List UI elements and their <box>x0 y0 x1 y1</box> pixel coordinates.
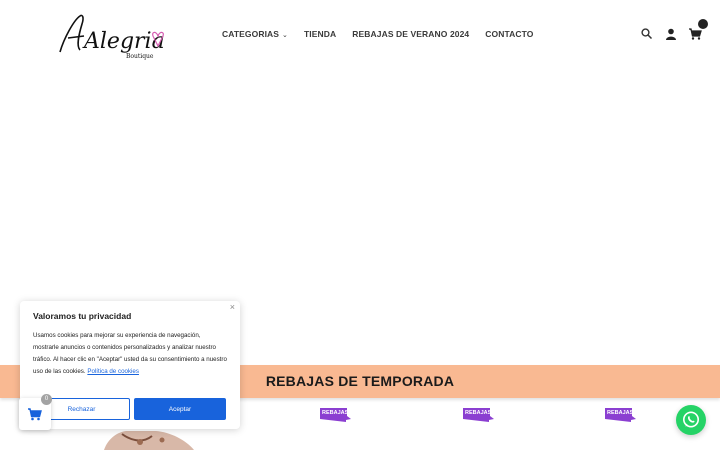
search-icon[interactable] <box>640 27 654 41</box>
cart-count-badge <box>698 19 708 29</box>
site-header: Alegria Boutique CATEGORIAS ⌄ TIENDA REBA… <box>0 0 720 72</box>
logo-subtext: Boutique <box>126 53 154 60</box>
logo-text: Alegria <box>82 29 165 54</box>
cookie-description: Usamos cookies para mejorar su experienc… <box>33 330 227 378</box>
sale-tag-label: REBAJAS <box>465 410 492 416</box>
whatsapp-chat-button[interactable] <box>676 405 706 435</box>
header-icons <box>640 19 708 41</box>
sale-tag: REBAJAS <box>605 407 637 423</box>
floating-cart-button[interactable]: 0 <box>19 394 52 430</box>
nav-item-categorias[interactable]: CATEGORIAS ⌄ <box>222 29 288 39</box>
cookie-title: Valoramos tu privacidad <box>33 311 132 321</box>
sale-tag-label: REBAJAS <box>607 410 634 416</box>
floating-cart-count: 0 <box>41 394 52 405</box>
nav-label: CATEGORIAS <box>222 29 280 39</box>
product-image[interactable] <box>100 428 200 450</box>
cart-icon[interactable] <box>688 19 708 41</box>
whatsapp-icon <box>683 411 699 428</box>
accept-button[interactable]: Aceptar <box>134 398 226 420</box>
cookie-buttons: Rechazar Aceptar <box>33 398 226 420</box>
main-nav: CATEGORIAS ⌄ TIENDA REBAJAS DE VERANO 202… <box>222 29 533 39</box>
chevron-down-icon: ⌄ <box>282 32 289 39</box>
sale-tag: REBAJAS <box>320 407 352 423</box>
sale-tag-label: REBAJAS <box>322 410 349 416</box>
cookie-consent-popup: × Valoramos tu privacidad Usamos cookies… <box>20 301 240 429</box>
nav-item-tienda[interactable]: TIENDA <box>304 29 336 39</box>
nav-item-rebajas[interactable]: REBAJAS DE VERANO 2024 <box>352 29 469 39</box>
cookie-policy-link[interactable]: Política de cookies <box>87 368 139 375</box>
nav-item-contacto[interactable]: CONTACTO <box>485 29 533 39</box>
close-icon[interactable]: × <box>230 302 235 312</box>
sale-tag: REBAJAS <box>463 407 495 423</box>
alegria-logo[interactable]: Alegria Boutique <box>50 8 170 66</box>
account-icon[interactable] <box>664 27 678 41</box>
